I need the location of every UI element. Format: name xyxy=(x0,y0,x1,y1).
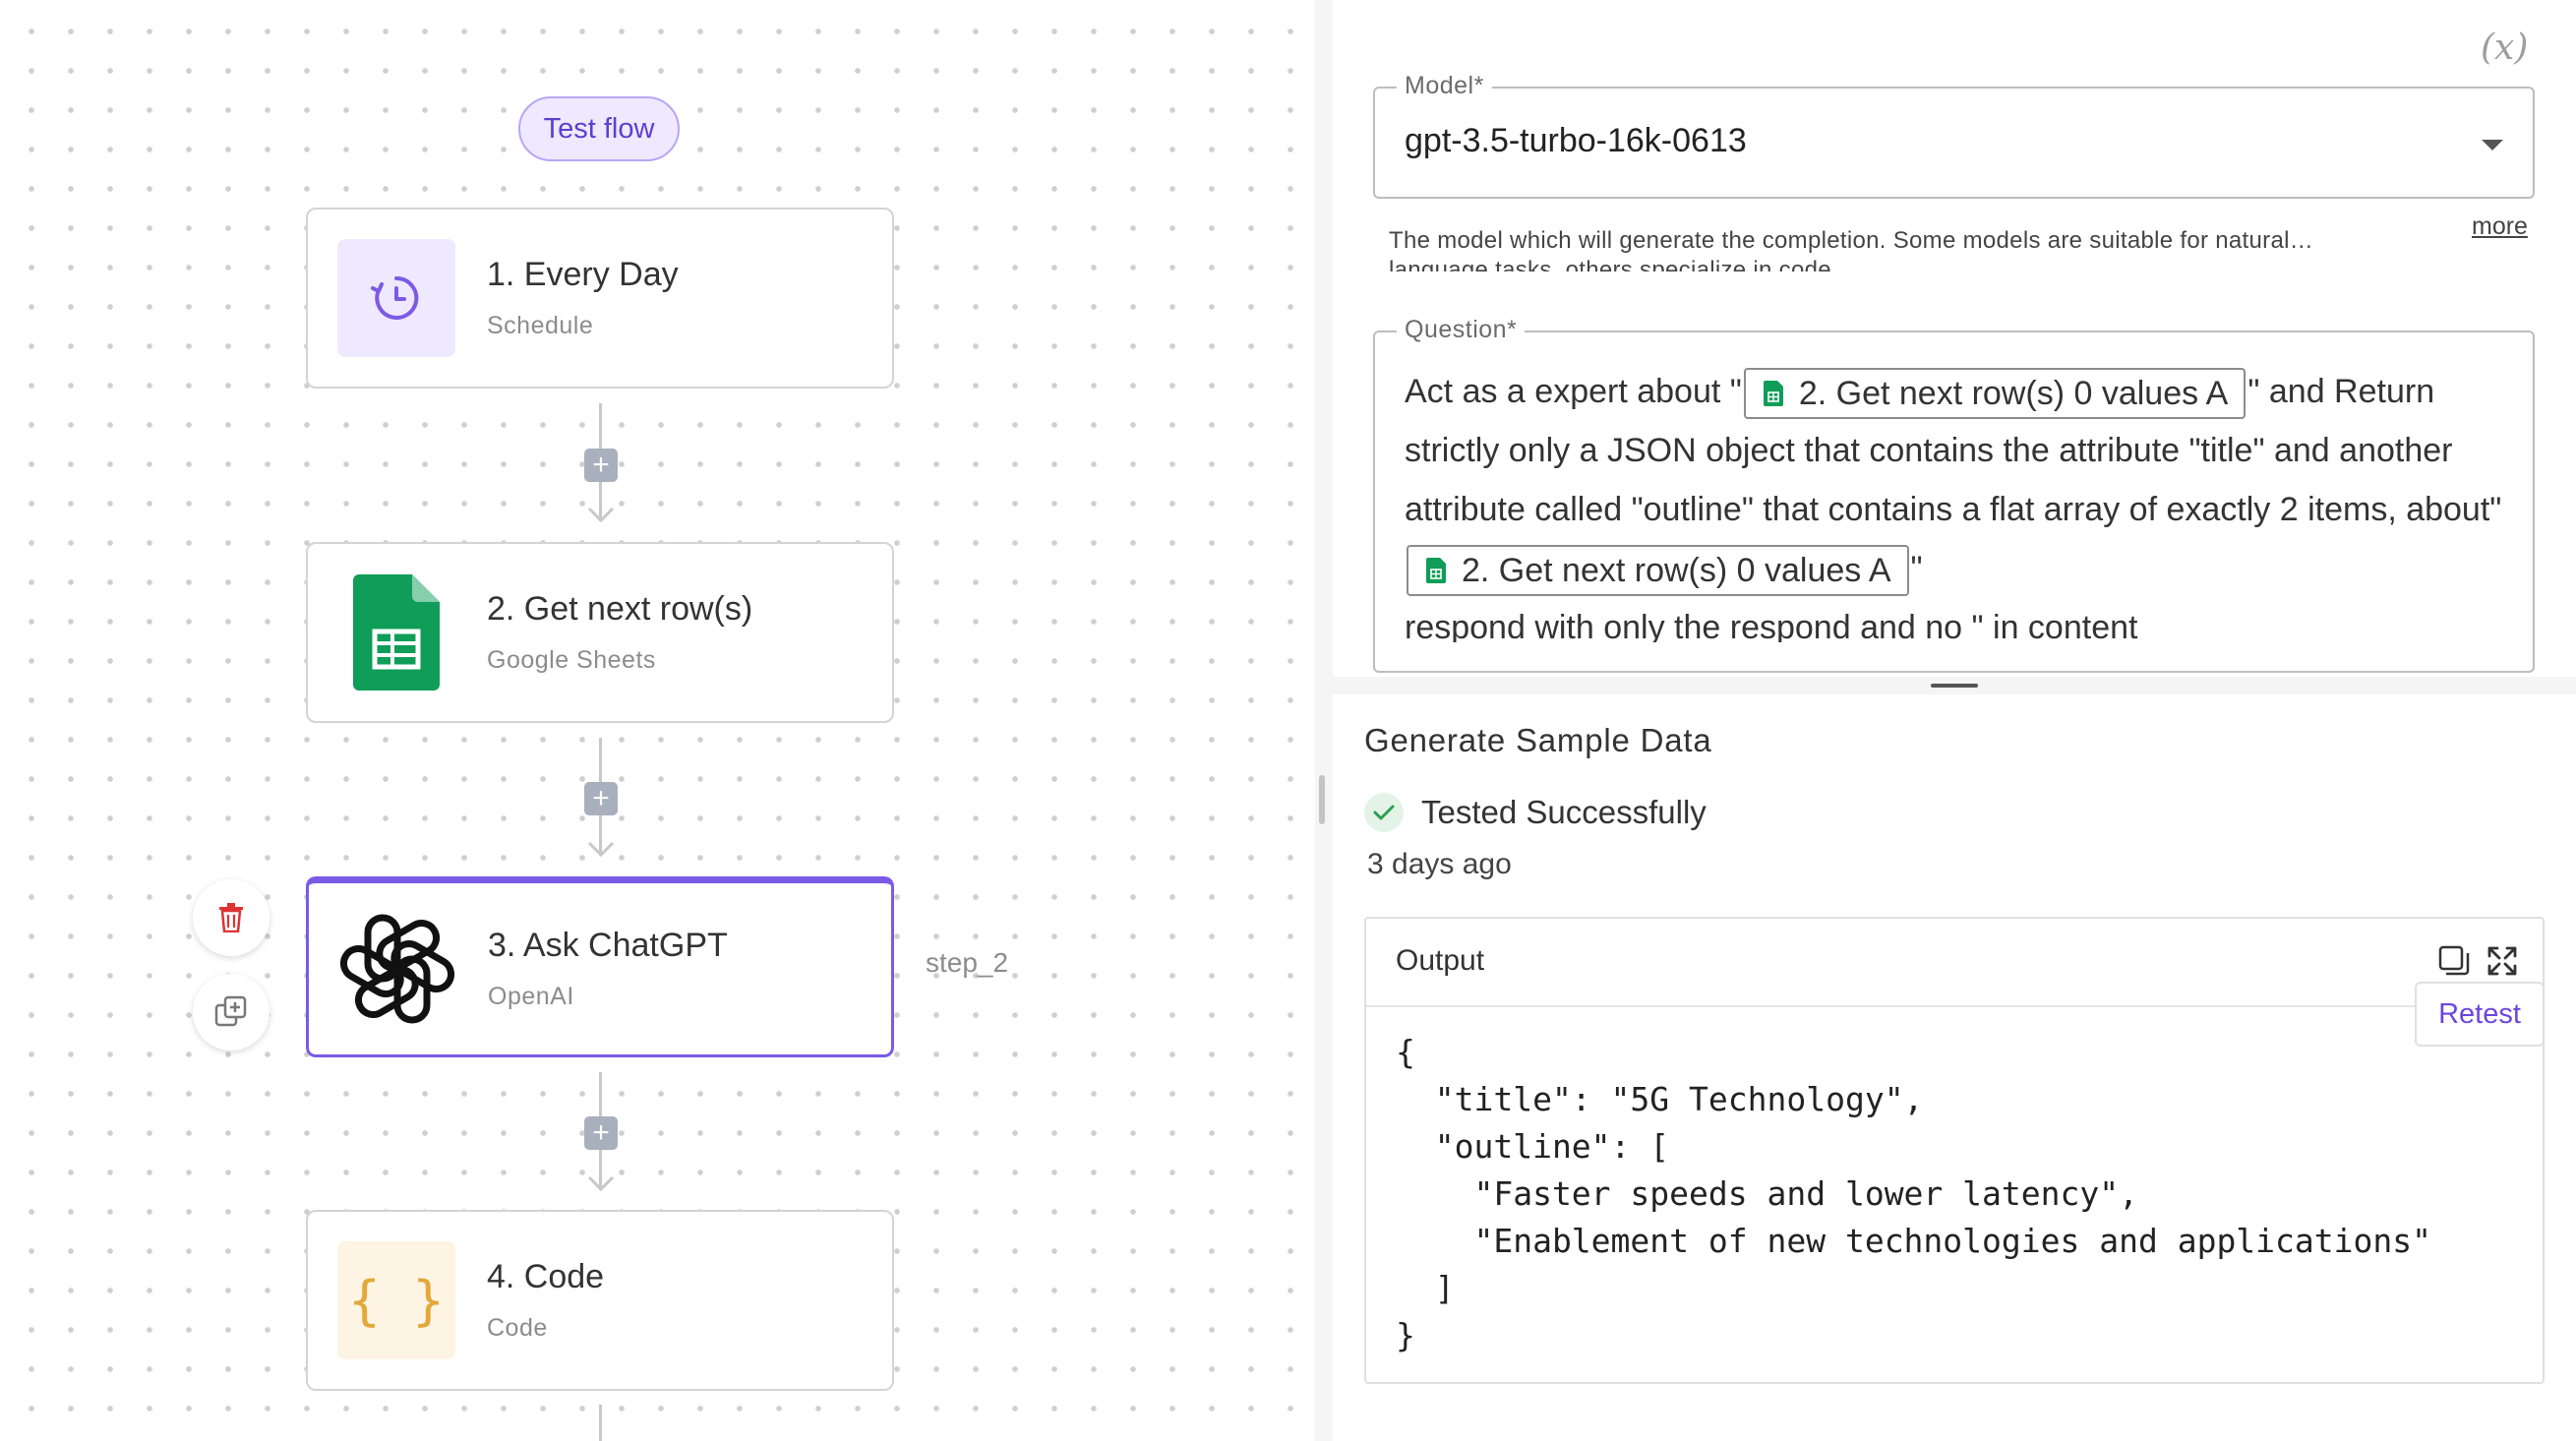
step-subtitle: Schedule xyxy=(487,312,594,339)
step-card-every-day[interactable]: 1. Every Day Schedule xyxy=(306,208,894,389)
section-resize-bar[interactable] xyxy=(1333,677,2576,694)
step-title: 4. Code xyxy=(487,1258,605,1295)
model-label: Model* xyxy=(1397,72,1492,100)
delete-step-button[interactable] xyxy=(193,879,270,956)
model-select[interactable]: Model* gpt-3.5-turbo-16k-0613 xyxy=(1373,72,2535,199)
step-subtitle: Code xyxy=(487,1314,548,1342)
add-step-plus-icon[interactable]: + xyxy=(584,1116,618,1150)
connector-line xyxy=(599,1405,602,1441)
question-label: Question* xyxy=(1397,316,1526,344)
model-value: gpt-3.5-turbo-16k-0613 xyxy=(1405,122,1747,159)
question-editor[interactable]: Act as a expert about " 2. Get next row(s… xyxy=(1405,362,2503,642)
question-text: " xyxy=(1910,550,1923,587)
expand-icon[interactable] xyxy=(2486,944,2519,978)
variable-chip-label: 2. Get next row(s) 0 values A xyxy=(1462,552,1891,590)
variable-chip[interactable]: 2. Get next row(s) 0 values A xyxy=(1743,368,2247,420)
step-card-get-next-rows[interactable]: 2. Get next row(s) Google Sheets xyxy=(306,542,894,723)
duplicate-step-button[interactable] xyxy=(193,974,270,1051)
step-subtitle: Google Sheets xyxy=(487,646,656,674)
timestamp: 3 days ago xyxy=(1367,848,1512,880)
step-title: 1. Every Day xyxy=(487,256,679,293)
status-text: Tested Successfully xyxy=(1421,794,1707,830)
question-text: Act as a expert about " xyxy=(1405,373,1742,410)
step-subtitle: OpenAI xyxy=(488,983,574,1010)
step-card-ask-chatgpt[interactable]: 3. Ask ChatGPT OpenAI xyxy=(306,876,894,1057)
add-step-plus-icon[interactable]: + xyxy=(584,782,618,815)
duplicate-icon xyxy=(214,995,247,1027)
output-header: Output xyxy=(1366,919,2543,1007)
step-card-code[interactable]: { } 4. Code Code xyxy=(306,1210,894,1391)
step-title: 2. Get next row(s) xyxy=(487,590,753,628)
question-text: respond with only the respond and no " i… xyxy=(1405,609,2138,642)
flow-canvas[interactable]: Test flow 1. Every Day Schedule + 2. Get… xyxy=(0,0,1315,1441)
resize-handle[interactable] xyxy=(1319,775,1325,824)
retest-button[interactable]: Retest xyxy=(2415,982,2545,1047)
google-sheets-icon xyxy=(1763,381,1783,407)
output-label: Output xyxy=(1396,944,1485,977)
step-alias-label: step_2 xyxy=(926,947,1009,978)
panel-resize-divider[interactable] xyxy=(1315,0,1333,1441)
arrow-down-icon xyxy=(587,507,615,523)
google-sheets-icon xyxy=(337,573,455,691)
openai-icon xyxy=(338,910,456,1028)
step-title: 3. Ask ChatGPT xyxy=(488,927,728,964)
check-icon xyxy=(1364,793,1404,832)
output-panel: Output Retest { "title": "5G Technology"… xyxy=(1364,917,2545,1384)
resize-grip-icon[interactable] xyxy=(1931,684,1978,688)
question-field[interactable]: Question* Act as a expert about " 2. Get … xyxy=(1373,316,2535,673)
more-link[interactable]: more xyxy=(2472,212,2528,241)
code-braces-icon: { } xyxy=(337,1241,455,1359)
chevron-down-icon[interactable] xyxy=(2482,140,2503,150)
variables-icon[interactable]: (x) xyxy=(2481,28,2528,68)
arrow-down-icon xyxy=(587,1175,615,1192)
trash-icon xyxy=(219,903,243,932)
add-step-plus-icon[interactable]: + xyxy=(584,449,618,482)
google-sheets-icon xyxy=(1426,558,1446,584)
variable-chip-label: 2. Get next row(s) 0 values A xyxy=(1798,375,2229,413)
arrow-down-icon xyxy=(587,841,615,858)
section-title: Generate Sample Data xyxy=(1364,722,1712,758)
model-help-text: The model which will generate the comple… xyxy=(1389,227,2314,271)
output-json: { "title": "5G Technology", "outline": [… xyxy=(1396,1033,2431,1354)
test-status: Tested Successfully xyxy=(1364,793,1707,832)
copy-icon[interactable] xyxy=(2437,944,2471,978)
variable-chip[interactable]: 2. Get next row(s) 0 values A xyxy=(1407,545,1909,597)
test-flow-button[interactable]: Test flow xyxy=(518,96,680,161)
schedule-clock-icon xyxy=(337,239,455,357)
